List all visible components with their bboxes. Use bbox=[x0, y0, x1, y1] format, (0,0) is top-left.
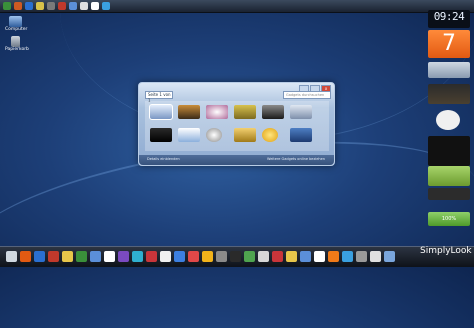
app-icon[interactable] bbox=[188, 251, 199, 262]
details-toggle[interactable]: Details einblenden bbox=[147, 157, 180, 161]
gadget-slideshow[interactable] bbox=[428, 62, 470, 78]
gadget-tile-contacts[interactable] bbox=[290, 105, 312, 119]
trash-icon[interactable] bbox=[384, 251, 395, 262]
window-footer: Details einblenden Weitere Gadgets onlin… bbox=[139, 155, 334, 165]
finder-icon[interactable] bbox=[6, 251, 17, 262]
battery-gadget[interactable]: 100% bbox=[428, 212, 470, 226]
gadget-tile-currency[interactable] bbox=[234, 105, 256, 119]
media-icon[interactable] bbox=[58, 2, 66, 10]
app-icon[interactable] bbox=[160, 251, 171, 262]
gadget-tile-slideshow[interactable] bbox=[149, 104, 173, 120]
app-icon[interactable] bbox=[286, 251, 297, 262]
desktop-icon-computer[interactable]: Computer bbox=[5, 16, 28, 33]
top-taskbar bbox=[0, 0, 474, 13]
app-icon[interactable] bbox=[356, 251, 367, 262]
app-icon[interactable] bbox=[258, 251, 269, 262]
folder-icon[interactable] bbox=[36, 2, 44, 10]
app-icon[interactable] bbox=[90, 251, 101, 262]
desktop-icon-label: Computer bbox=[5, 27, 28, 32]
gadget-tile-clock[interactable] bbox=[206, 128, 222, 142]
battery-percent: 100% bbox=[441, 216, 457, 222]
gadget-stats[interactable] bbox=[428, 136, 470, 166]
firefox-icon[interactable] bbox=[20, 251, 31, 262]
search-input[interactable]: Gadgets durchsuchen bbox=[283, 91, 331, 99]
gadget-system-monitor[interactable] bbox=[436, 110, 460, 130]
app-icon[interactable] bbox=[300, 251, 311, 262]
app-icon[interactable] bbox=[342, 251, 353, 262]
window-icon[interactable] bbox=[47, 2, 55, 10]
app-icon[interactable] bbox=[314, 251, 325, 262]
gadget-tile-weather[interactable] bbox=[262, 128, 278, 142]
clock-gadget[interactable]: 09:24 bbox=[428, 10, 470, 28]
ie-icon[interactable] bbox=[34, 251, 45, 262]
clock-time: 09:24 bbox=[433, 10, 465, 23]
app-icon[interactable] bbox=[104, 251, 115, 262]
page-indicator[interactable]: Seite 1 von 1 bbox=[145, 91, 173, 103]
gadget-tile-calendar[interactable] bbox=[290, 128, 312, 142]
gadget-tile-cpu[interactable] bbox=[262, 105, 284, 119]
desktop-icon-recycle-bin[interactable]: Papierkorb bbox=[5, 36, 29, 53]
app-icon[interactable] bbox=[230, 251, 241, 262]
app-icon[interactable] bbox=[76, 251, 87, 262]
brand-label: SimplyLook bbox=[420, 246, 472, 256]
gadget-tile-puzzle[interactable] bbox=[206, 105, 228, 119]
media-icon[interactable] bbox=[48, 251, 59, 262]
gadget-tile-feed[interactable] bbox=[178, 105, 200, 119]
app-icon[interactable] bbox=[102, 2, 110, 10]
gadget-search[interactable] bbox=[428, 188, 470, 200]
desktop-icon-label: Papierkorb bbox=[5, 47, 29, 52]
app-icon[interactable] bbox=[202, 251, 213, 262]
app-icon[interactable] bbox=[80, 2, 88, 10]
app-icon[interactable] bbox=[118, 251, 129, 262]
app-icon[interactable] bbox=[244, 251, 255, 262]
app-icon[interactable] bbox=[146, 251, 157, 262]
online-gadgets-link[interactable]: Weitere Gadgets online beziehen bbox=[267, 157, 325, 161]
dock-bar bbox=[0, 246, 474, 267]
gadget-tile-cursor[interactable] bbox=[178, 128, 200, 142]
ie-icon[interactable] bbox=[25, 2, 33, 10]
app-icon[interactable] bbox=[216, 251, 227, 262]
firefox-icon[interactable] bbox=[14, 2, 22, 10]
gadget-gallery-window: x Seite 1 von 1 Gadgets durchsuchen Deta… bbox=[138, 82, 335, 166]
app-icon[interactable] bbox=[328, 251, 339, 262]
app-icon[interactable] bbox=[174, 251, 185, 262]
app-icon[interactable] bbox=[69, 2, 77, 10]
app-icon[interactable] bbox=[272, 251, 283, 262]
gadget-grid bbox=[145, 101, 329, 151]
app-icon[interactable] bbox=[91, 2, 99, 10]
gadget-tile-notes[interactable] bbox=[234, 128, 256, 142]
gadget-tile-clock-digital[interactable] bbox=[150, 128, 172, 142]
app-icon[interactable] bbox=[132, 251, 143, 262]
start-orb-icon[interactable] bbox=[3, 2, 11, 10]
gadget-notes[interactable] bbox=[428, 166, 470, 186]
gadget-feed[interactable] bbox=[428, 84, 470, 104]
calendar-day: 7 bbox=[442, 31, 456, 56]
recycle-bin-icon bbox=[10, 36, 20, 47]
app-icon[interactable] bbox=[370, 251, 381, 262]
computer-icon bbox=[8, 16, 22, 27]
folder-icon[interactable] bbox=[62, 251, 73, 262]
calendar-gadget[interactable]: 7 bbox=[428, 30, 470, 58]
